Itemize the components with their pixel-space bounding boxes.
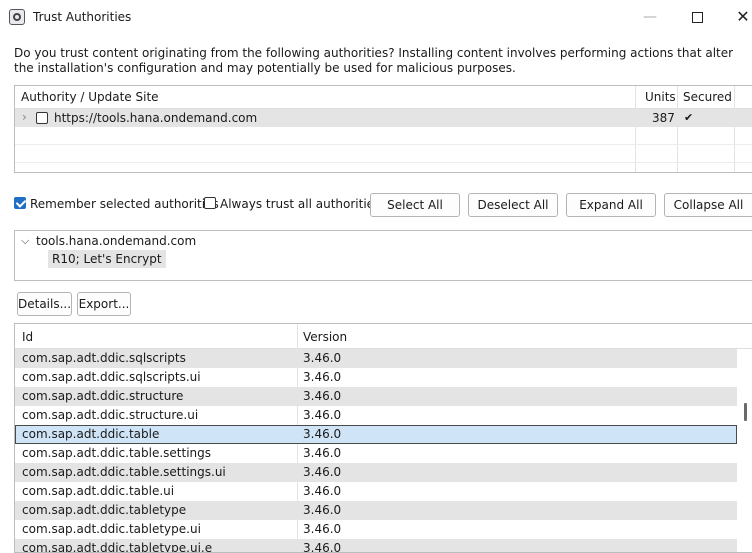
- app-icon: [9, 9, 25, 25]
- minimize-button[interactable]: —: [635, 4, 665, 30]
- expand-chevron-icon[interactable]: ›: [22, 110, 27, 124]
- column-secured[interactable]: Secured: [683, 90, 732, 104]
- column-separator: [635, 86, 636, 172]
- window-title: Trust Authorities: [33, 10, 132, 24]
- select-all-button[interactable]: Select All: [370, 193, 460, 217]
- column-separator: [734, 86, 735, 172]
- title-bar: Trust Authorities — ✕: [0, 0, 752, 34]
- column-version[interactable]: Version: [303, 330, 347, 344]
- maximize-button[interactable]: [682, 4, 712, 30]
- table-row[interactable]: com.sap.adt.ddic.table.settings 3.46.0: [15, 444, 737, 463]
- column-units[interactable]: Units: [645, 90, 676, 104]
- unit-id: com.sap.adt.ddic.sqlscripts: [22, 351, 186, 365]
- unit-version: 3.46.0: [303, 427, 342, 441]
- table-row[interactable]: com.sap.adt.ddic.structure 3.46.0: [15, 387, 737, 406]
- remember-checkbox[interactable]: [14, 197, 26, 209]
- authority-checkbox[interactable]: [36, 112, 48, 124]
- unit-id: com.sap.adt.ddic.table.ui: [22, 484, 175, 498]
- table-row[interactable]: com.sap.adt.ddic.tabletype.ui 3.46.0: [15, 520, 737, 539]
- remember-label[interactable]: Remember selected authorities: [30, 197, 219, 211]
- unit-version: 3.46.0: [303, 484, 342, 498]
- unit-id: com.sap.adt.ddic.tabletype.ui.e: [22, 541, 213, 553]
- chevron-down-icon[interactable]: ⌵: [21, 234, 29, 248]
- unit-version: 3.46.0: [303, 370, 342, 384]
- unit-version: 3.46.0: [303, 389, 342, 403]
- close-button[interactable]: ✕: [728, 4, 752, 30]
- authority-units: 387: [652, 111, 675, 125]
- unit-version: 3.46.0: [303, 522, 342, 536]
- unit-id: com.sap.adt.ddic.tabletype.ui: [22, 522, 201, 536]
- table-row[interactable]: com.sap.adt.ddic.tabletype.ui.e 3.46.0: [15, 539, 737, 553]
- row-divider: [15, 144, 752, 145]
- column-authority[interactable]: Authority / Update Site: [21, 90, 159, 104]
- always-trust-label[interactable]: Always trust all authorities: [220, 197, 380, 211]
- unit-version: 3.46.0: [303, 408, 342, 422]
- table-row[interactable]: com.sap.adt.ddic.sqlscripts 3.46.0: [15, 349, 737, 368]
- tree-child-node[interactable]: R10; Let's Encrypt: [48, 250, 166, 268]
- certificate-tree: ⌵ tools.hana.ondemand.com R10; Let's Enc…: [14, 230, 752, 281]
- expand-all-button[interactable]: Expand All: [566, 193, 656, 217]
- export-button[interactable]: Export...: [77, 292, 131, 316]
- unit-id: com.sap.adt.ddic.tabletype: [22, 503, 187, 517]
- authorities-table: Authority / Update Site Units Secured › …: [14, 85, 752, 173]
- table-row[interactable]: com.sap.adt.ddic.table.ui 3.46.0: [15, 482, 737, 501]
- tree-root-node[interactable]: tools.hana.ondemand.com: [36, 234, 196, 248]
- trust-message: Do you trust content originating from th…: [14, 46, 734, 75]
- column-id[interactable]: Id: [22, 330, 33, 344]
- unit-id: com.sap.adt.ddic.table.settings.ui: [22, 465, 226, 479]
- authorities-table-header: Authority / Update Site Units Secured: [15, 86, 752, 109]
- details-button[interactable]: Details...: [17, 292, 72, 316]
- row-divider: [15, 162, 752, 163]
- table-row[interactable]: com.sap.adt.ddic.structure.ui 3.46.0: [15, 406, 737, 425]
- always-trust-checkbox[interactable]: [204, 197, 216, 209]
- authority-row[interactable]: › https://tools.hana.ondemand.com 387 ✔: [15, 109, 752, 127]
- secured-check-icon: ✔: [684, 111, 694, 124]
- maximize-icon: [691, 12, 703, 23]
- unit-version: 3.46.0: [303, 541, 342, 553]
- unit-id: com.sap.adt.ddic.structure.ui: [22, 408, 199, 422]
- authority-site: https://tools.hana.ondemand.com: [54, 111, 258, 125]
- unit-version: 3.46.0: [303, 351, 342, 365]
- table-row[interactable]: com.sap.adt.ddic.tabletype 3.46.0: [15, 501, 737, 520]
- table-row[interactable]: com.sap.adt.ddic.table.settings.ui 3.46.0: [15, 463, 737, 482]
- unit-id: com.sap.adt.ddic.structure: [22, 389, 184, 403]
- vertical-scrollbar-thumb[interactable]: [744, 403, 747, 421]
- units-table-header: Id Version: [15, 324, 752, 349]
- column-separator: [677, 86, 678, 172]
- unit-id: com.sap.adt.ddic.table: [22, 427, 160, 441]
- table-row[interactable]: com.sap.adt.ddic.sqlscripts.ui 3.46.0: [15, 368, 737, 387]
- unit-id: com.sap.adt.ddic.sqlscripts.ui: [22, 370, 201, 384]
- units-table: Id Version com.sap.adt.ddic.sqlscripts 3.…: [14, 323, 752, 553]
- deselect-all-button[interactable]: Deselect All: [468, 193, 558, 217]
- unit-version: 3.46.0: [303, 503, 342, 517]
- unit-version: 3.46.0: [303, 465, 342, 479]
- unit-version: 3.46.0: [303, 446, 342, 460]
- unit-id: com.sap.adt.ddic.table.settings: [22, 446, 212, 460]
- collapse-all-button[interactable]: Collapse All: [664, 193, 752, 217]
- table-row[interactable]: com.sap.adt.ddic.table 3.46.0: [15, 425, 737, 444]
